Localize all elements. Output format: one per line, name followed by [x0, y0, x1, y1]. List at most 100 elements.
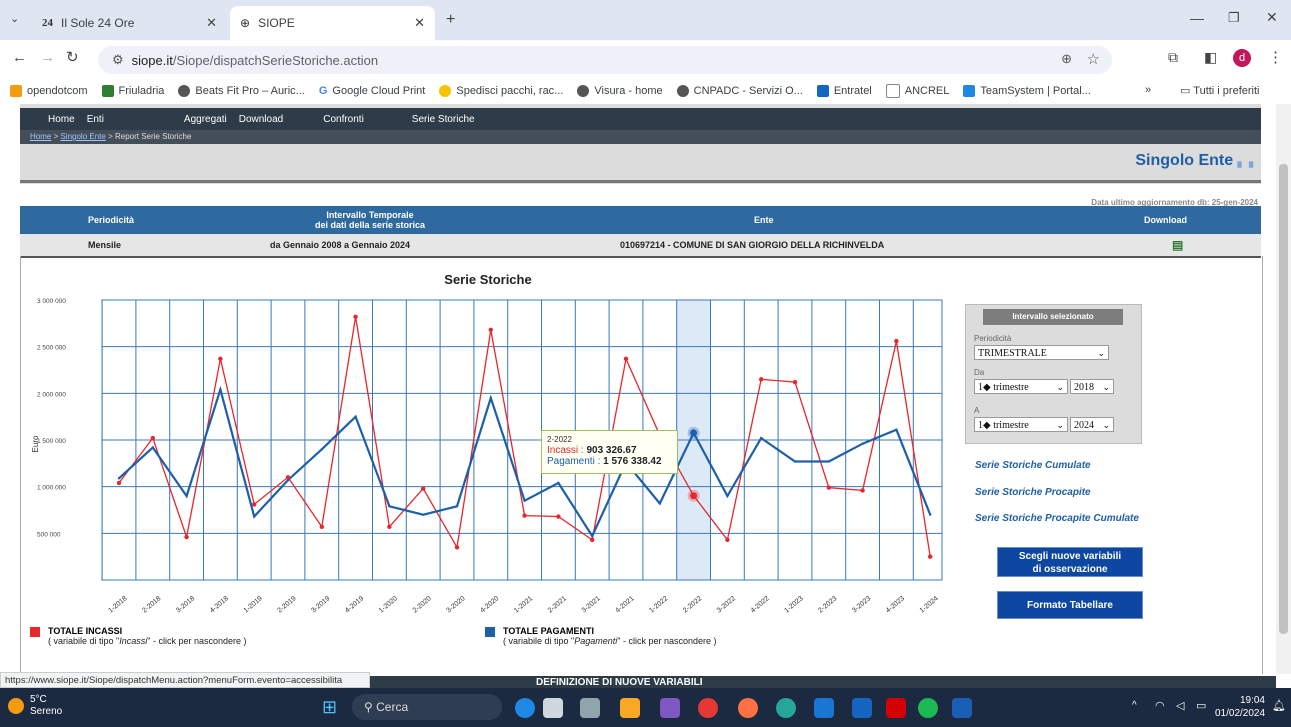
- reload-icon[interactable]: ↻: [66, 48, 79, 66]
- edge-icon[interactable]: [776, 698, 796, 718]
- link-procapite[interactable]: Serie Storiche Procapite: [975, 487, 1091, 498]
- x-tick-label: 1-2024: [919, 595, 940, 614]
- chevron-down-icon: ⌄: [1102, 382, 1110, 392]
- more-bookmarks-icon[interactable]: »: [1145, 84, 1151, 96]
- bing-icon[interactable]: [515, 698, 535, 718]
- file-explorer-icon[interactable]: [620, 698, 640, 718]
- mail-icon[interactable]: [814, 698, 834, 718]
- netflix-icon[interactable]: [886, 698, 906, 718]
- firefox-icon[interactable]: [738, 698, 758, 718]
- data-point-pagamenti: [117, 477, 121, 480]
- data-point-pagamenti: [557, 481, 560, 485]
- minimize-icon[interactable]: —: [1190, 10, 1204, 26]
- bookmark-opendotcom[interactable]: opendotcom: [10, 85, 88, 97]
- data-point-pagamenti: [422, 513, 425, 516]
- weather-desc: Sereno: [30, 706, 63, 717]
- tray-chevron-icon[interactable]: ^: [1132, 700, 1137, 711]
- chevron-down-icon: ⌄: [1097, 348, 1105, 358]
- outlook-icon[interactable]: [852, 698, 872, 718]
- bookmark-visura[interactable]: Visura - home: [577, 85, 663, 97]
- bookmark-beats[interactable]: Beats Fit Pro – Auric...: [178, 85, 305, 97]
- x-tick-label: 1-2021: [513, 595, 534, 614]
- x-tick-label: 2-2023: [817, 595, 838, 614]
- data-point-pagamenti: [793, 460, 797, 463]
- tab-search-chevron-icon[interactable]: ⌄: [10, 12, 19, 25]
- choose-variables-line2: di osservazione: [1032, 564, 1108, 575]
- profile-avatar[interactable]: d: [1233, 49, 1251, 67]
- bookmark-star-icon[interactable]: ☆: [1087, 50, 1100, 68]
- link-procapite-cumulate[interactable]: Serie Storiche Procapite Cumulate: [975, 513, 1139, 524]
- data-point-pagamenti: [591, 534, 594, 538]
- site-info-icon[interactable]: ⚙: [112, 52, 124, 68]
- tab-title: SIOPE: [258, 16, 295, 30]
- close-tab-icon[interactable]: ✕: [414, 15, 425, 31]
- restore-icon[interactable]: ❐: [1228, 10, 1240, 26]
- tooltip-incassi-value: 903 326.67: [586, 445, 637, 456]
- a-quarter-select[interactable]: 1◆ trimestre ⌄: [974, 417, 1068, 432]
- excel-download-icon[interactable]: ▤: [1172, 238, 1183, 252]
- extensions-icon[interactable]: ⧉: [1168, 49, 1178, 66]
- bookmark-google-cloud-print[interactable]: G Google Cloud Print: [319, 85, 426, 97]
- choose-variables-button[interactable]: Scegli nuove variabili di osservazione: [997, 547, 1143, 577]
- tabular-format-button[interactable]: Formato Tabellare: [997, 591, 1143, 619]
- bookmark-entratel[interactable]: Entratel: [816, 85, 872, 97]
- volume-icon[interactable]: ◁: [1176, 699, 1184, 712]
- page-scrollbar[interactable]: [1276, 104, 1291, 674]
- spotify-icon[interactable]: [918, 698, 938, 718]
- taskbar-search[interactable]: ⚲ Cerca: [352, 694, 502, 720]
- tab-siope[interactable]: ⊕ SIOPE ✕: [230, 6, 435, 40]
- zoom-icon[interactable]: ⊕: [1061, 51, 1072, 67]
- close-tab-icon[interactable]: ✕: [206, 15, 217, 31]
- task-view-icon[interactable]: [543, 698, 563, 718]
- close-window-icon[interactable]: ✕: [1266, 9, 1278, 26]
- da-quarter-select[interactable]: 1◆ trimestre ⌄: [974, 379, 1068, 394]
- x-tick-label: 4-2021: [614, 595, 635, 614]
- periodicita-select[interactable]: TRIMESTRALE ⌄: [974, 345, 1109, 360]
- new-tab-icon[interactable]: +: [446, 11, 455, 29]
- legend-pagamenti-title: TOTALE PAGAMENTI: [503, 626, 594, 636]
- side-panel-icon[interactable]: ◧: [1204, 49, 1217, 66]
- tooltip-incassi: Incassi : 903 326.67: [547, 445, 672, 456]
- da-year-select[interactable]: 2018 ⌄: [1070, 379, 1114, 394]
- link-cumulate[interactable]: Serie Storiche Cumulate: [975, 460, 1091, 471]
- chrome-icon[interactable]: [698, 698, 718, 718]
- bookmark-friuladria[interactable]: Friuladria: [101, 85, 164, 97]
- widgets-icon[interactable]: [580, 698, 600, 718]
- periodicita-value: TRIMESTRALE: [978, 348, 1047, 359]
- word-icon[interactable]: [952, 698, 972, 718]
- bookmark-cnpadc[interactable]: CNPADC - Servizi O...: [676, 85, 803, 97]
- x-tick-label: 2-2022: [682, 595, 703, 614]
- bookmark-ancrel[interactable]: ANCREL: [885, 84, 949, 98]
- forward-icon[interactable]: →: [40, 49, 55, 66]
- bookmark-teamsystem[interactable]: TeamSystem | Portal...: [963, 85, 1091, 97]
- weather-widget[interactable]: 5°C Sereno: [8, 694, 62, 718]
- bookmark-spedisci[interactable]: Spedisci pacchi, rac...: [439, 85, 563, 97]
- all-bookmarks-link[interactable]: ▭ Tutti i preferiti: [1180, 84, 1260, 97]
- clock[interactable]: 19:04 01/02/2024: [1215, 694, 1265, 720]
- legend-pagamenti[interactable]: TOTALE PAGAMENTI ( variabile di tipo "Pa…: [485, 626, 717, 646]
- y-tick-label: 500 000: [37, 531, 61, 538]
- wifi-icon[interactable]: ◠: [1155, 699, 1165, 712]
- a-year-select[interactable]: 2024 ⌄: [1070, 417, 1114, 432]
- tab-il-sole[interactable]: 24 Il Sole 24 Ore ✕: [32, 6, 227, 40]
- x-tick-label: 2-2021: [547, 595, 568, 614]
- data-point-incassi: [623, 356, 629, 361]
- y-tick-labels: 500 000 1 000 000 1 500 000 2 000 000 2 500 …: [37, 298, 66, 538]
- bookmark-label: Google Cloud Print: [332, 85, 426, 97]
- tooltip-pagamenti-value: 1 576 338.42: [603, 456, 662, 467]
- scrollbar-thumb[interactable]: [1279, 164, 1288, 634]
- menu-kebab-icon[interactable]: ⋮: [1268, 48, 1283, 66]
- legend-incassi[interactable]: TOTALE INCASSI ( variabile di tipo "Inca…: [30, 626, 246, 646]
- y-tick-label: 2 000 000: [37, 391, 66, 398]
- x-tick-label: 1-2018: [107, 595, 128, 614]
- battery-icon[interactable]: ▭: [1196, 699, 1206, 712]
- data-point-incassi: [860, 488, 865, 493]
- notification-bell-icon[interactable]: 🔔︎: [1272, 699, 1286, 712]
- bookmark-label: TeamSystem | Portal...: [980, 85, 1091, 97]
- data-point-incassi: [116, 480, 122, 486]
- windows-start-icon[interactable]: ⊞: [322, 697, 337, 718]
- back-icon[interactable]: ←: [12, 49, 27, 66]
- address-bar[interactable]: ⚙ siope.it/Siope/dispatchSerieStoriche.a…: [98, 46, 1112, 74]
- pen-app-icon[interactable]: [660, 698, 680, 718]
- bookmark-label: Entratel: [833, 85, 872, 97]
